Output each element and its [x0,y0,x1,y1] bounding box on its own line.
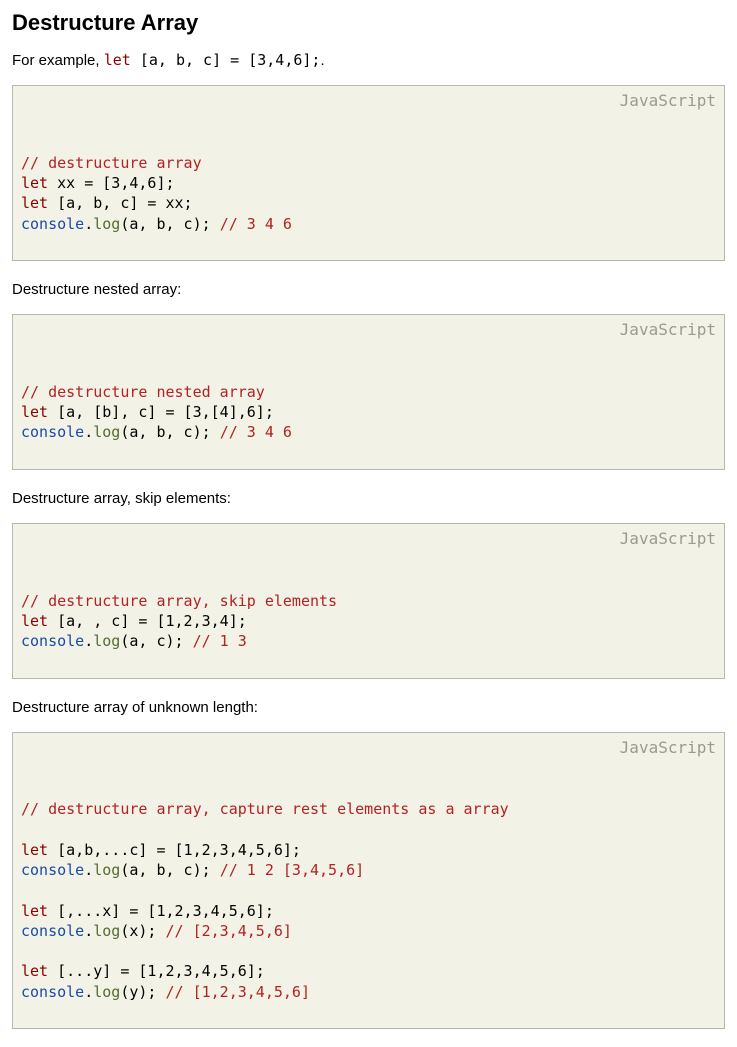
paragraph-nested: Destructure nested array: [12,279,725,300]
intro-suffix: . [320,52,324,69]
paragraph-skip: Destructure array, skip elements: [12,488,725,509]
code-lang-label: JavaScript [620,90,716,112]
code-content: // destructure nested array let [a, [b],… [21,382,716,443]
intro-prefix: For example, [12,52,104,69]
code-content: // destructure array, skip elements let … [21,591,716,652]
intro-paragraph: For example, let [a, b, c] = [3,4,6];. [12,50,725,71]
page-title: Destructure Array [12,10,725,36]
code-content: // destructure array, capture rest eleme… [21,799,716,1002]
code-block-4: JavaScript // destructure array, capture… [12,732,725,1030]
code-content: // destructure array let xx = [3,4,6]; l… [21,153,716,234]
paragraph-unknown: Destructure array of unknown length: [12,697,725,718]
code-lang-label: JavaScript [620,528,716,550]
code-block-3: JavaScript // destructure array, skip el… [12,523,725,679]
code-lang-label: JavaScript [620,737,716,759]
code-block-1: JavaScript // destructure array let xx =… [12,85,725,261]
intro-code: let [a, b, c] = [3,4,6]; [104,51,321,69]
code-block-2: JavaScript // destructure nested array l… [12,314,725,470]
code-lang-label: JavaScript [620,319,716,341]
